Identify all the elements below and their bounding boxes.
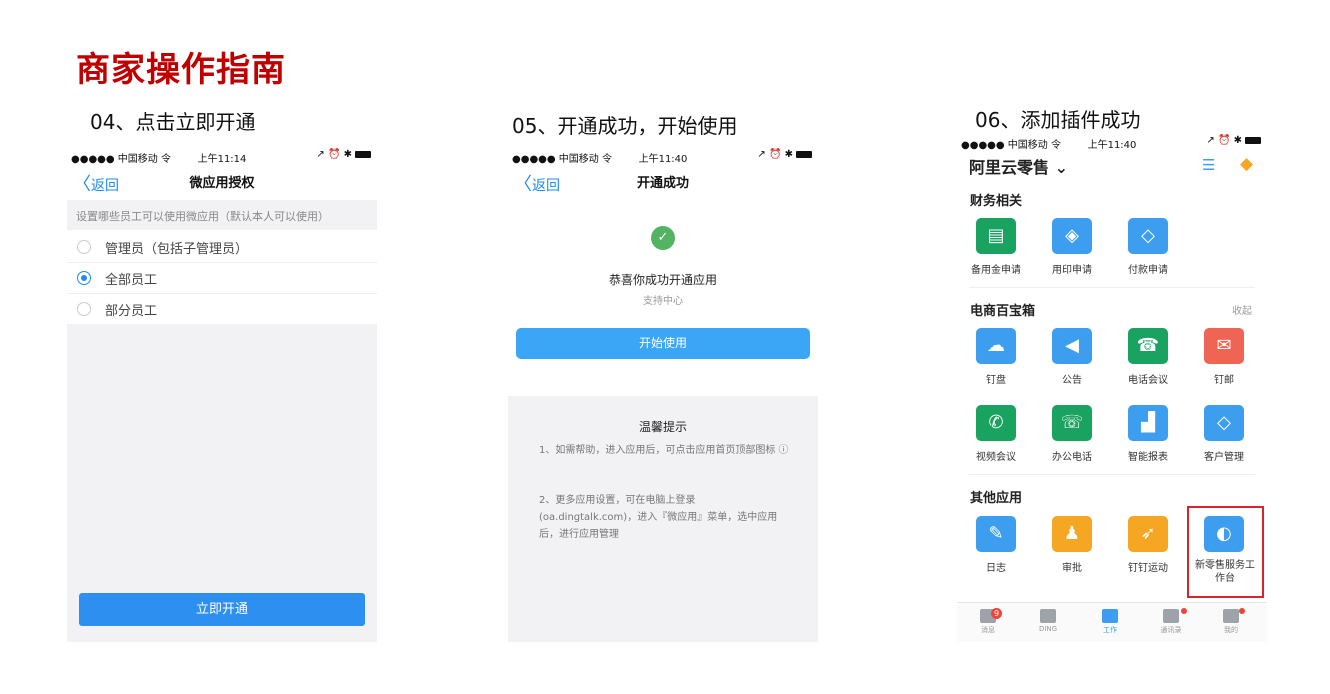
app-label: 用印申请 [1052, 265, 1092, 276]
status-bar: ●●●●● 中国移动 令 上午11:40 ↗ ⏰ ✱ [957, 132, 1267, 152]
page-title: 商家操作指南 [76, 50, 286, 90]
speaker-icon[interactable]: ◀ [1052, 328, 1092, 364]
step-04-label: 04、点击立即开通 [90, 110, 256, 134]
grid-icon [1102, 609, 1118, 623]
cloud-icon[interactable]: ☁ [976, 328, 1016, 364]
payment-icon[interactable]: ◇ [1128, 218, 1168, 254]
option-admins[interactable]: 管理员（包括子管理员） [67, 231, 377, 263]
tips-panel: 温馨提示 1、如需帮助，进入应用后，可点击应用首页顶部图标 ⓘ 2、更多应用设置… [508, 396, 818, 642]
screen-title: 开通成功 [636, 176, 689, 191]
success-check-icon: ✓ [651, 226, 675, 250]
tab-messages[interactable]: 消息 [968, 609, 1008, 635]
me-dot [1239, 608, 1245, 614]
section-title-other: 其他应用 [970, 491, 1023, 506]
hint-text: 设置哪些员工可以使用微应用（默认本人可以使用） [76, 210, 329, 223]
radio-icon [77, 240, 91, 254]
collapse-link[interactable]: 收起 [1232, 302, 1252, 317]
checklist-icon[interactable]: ☰ [1202, 156, 1215, 174]
org-switcher[interactable]: 阿里云零售 ⌄ [969, 154, 1068, 178]
divider [969, 474, 1255, 475]
contacts-dot [1181, 608, 1187, 614]
nav-bar: 〈返回 开通成功 [508, 166, 818, 196]
step-06-label: 06、添加插件成功 [975, 108, 1141, 132]
tip-1: 1、如需帮助，进入应用后，可点击应用首页顶部图标 ⓘ [539, 445, 789, 456]
handshake-icon[interactable]: ◇ [1204, 405, 1244, 441]
app-label: 电话会议 [1128, 375, 1168, 386]
radio-icon [77, 302, 91, 316]
status-bar: ●●●●● 中国移动 令 上午11:14 ↗ ⏰ ✱ [67, 146, 377, 166]
divider [969, 287, 1255, 288]
step-05-label: 05、开通成功，开始使用 [512, 114, 738, 138]
tab-work[interactable]: 工作 [1090, 609, 1130, 635]
tab-me[interactable]: 我的 [1211, 609, 1251, 635]
tab-ding[interactable]: DING [1028, 609, 1068, 633]
app-label: 办公电话 [1052, 452, 1092, 463]
stamp-icon[interactable]: ◈ [1052, 218, 1092, 254]
tips-title: 温馨提示 [638, 420, 687, 434]
tab-bar: 消息 9 DING 工作 通讯录 我的 [957, 602, 1267, 642]
battery-icon [355, 150, 371, 158]
app-label: 付款申请 [1128, 265, 1168, 276]
status-bar: ●●●●● 中国移动 令 上午11:40 ↗ ⏰ ✱ [508, 146, 818, 166]
option-all-staff[interactable]: 全部员工 [67, 262, 377, 294]
approval-icon[interactable]: ♟ [1052, 516, 1092, 552]
tip-2: 2、更多应用设置，可在电脑上登录(oa.dingtalk.com)，进入『微应用… [539, 495, 778, 540]
app-label: 视频会议 [976, 452, 1016, 463]
battery-icon [1245, 136, 1261, 144]
start-using-button[interactable]: 开始使用 [516, 328, 810, 359]
office-phone-icon[interactable]: ☏ [1052, 405, 1092, 441]
section-title-toolbox: 电商百宝箱 [970, 304, 1036, 319]
app-label: 审批 [1062, 563, 1082, 574]
battery-icon [796, 150, 812, 158]
contacts-icon [1163, 609, 1179, 623]
activate-now-button[interactable]: 立即开通 [79, 593, 365, 626]
phone-conf-icon[interactable]: ☎ [1128, 328, 1168, 364]
video-call-icon[interactable]: ✆ [976, 405, 1016, 441]
phone-screen-workbench: ●●●●● 中国移动 令 上午11:40 ↗ ⏰ ✱ 阿里云零售 ⌄ ☰ ◆ 财… [957, 132, 1267, 642]
retail-icon[interactable]: ◐ [1204, 516, 1244, 552]
hint-bar: 设置哪些员工可以使用微应用（默认本人可以使用） [67, 200, 377, 230]
option-some-staff[interactable]: 部分员工 [67, 293, 377, 325]
app-label: 钉钉运动 [1128, 563, 1168, 574]
app-label: 智能报表 [1128, 452, 1168, 463]
report-icon[interactable]: ▟ [1128, 405, 1168, 441]
app-label: 公告 [1062, 375, 1082, 386]
journal-icon[interactable]: ✎ [976, 516, 1016, 552]
person-icon [1223, 609, 1239, 623]
phone-screen-success: ●●●●● 中国移动 令 上午11:40 ↗ ⏰ ✱ 〈返回 开通成功 ✓ 恭喜… [508, 146, 818, 642]
pin-icon [1040, 609, 1056, 623]
support-center-link[interactable]: 支持中心 [508, 292, 818, 307]
app-label: 备用金申请 [971, 265, 1021, 276]
app-label: 客户管理 [1204, 452, 1244, 463]
app-label: 钉邮 [1214, 375, 1234, 386]
radio-selected-icon [77, 271, 91, 285]
success-text: 恭喜你成功开通应用 [608, 273, 717, 287]
running-icon[interactable]: ➶ [1128, 516, 1168, 552]
screen-title: 微应用授权 [189, 176, 255, 191]
notebook-icon[interactable]: ▤ [976, 218, 1016, 254]
app-label: 钉盘 [986, 375, 1006, 386]
unread-badge: 9 [991, 608, 1002, 619]
app-label: 新零售服务工作台 [1195, 560, 1255, 584]
section-title-finance: 财务相关 [970, 194, 1023, 209]
mail-icon[interactable]: ✉ [1204, 328, 1244, 364]
phone-screen-authorize: ●●●●● 中国移动 令 上午11:14 ↗ ⏰ ✱ 〈返回 微应用授权 设置哪… [67, 146, 377, 642]
nav-bar: 〈返回 微应用授权 [67, 166, 377, 196]
compass-icon[interactable]: ◆ [1240, 154, 1253, 174]
app-label: 日志 [986, 563, 1006, 574]
